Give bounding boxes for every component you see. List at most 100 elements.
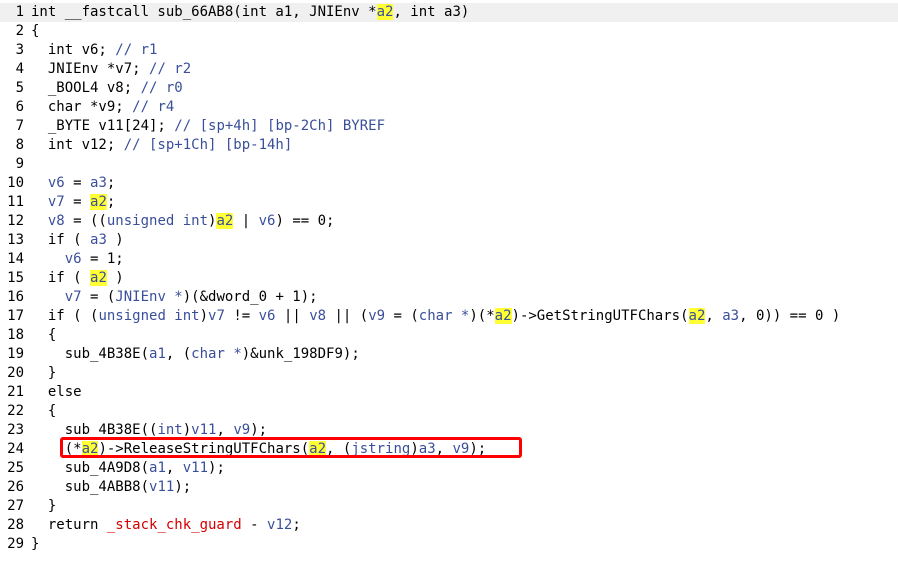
code-token[interactable]: , [705,308,722,324]
code-line[interactable]: 19 sub_4B38E(a1, (char *)&unk_198DF9); [0,345,898,364]
code-token[interactable]: ) [410,441,418,457]
code-token[interactable]: = ( [82,289,115,305]
code-token[interactable]: , int a3) [393,4,469,20]
code-token[interactable]: } [31,498,56,514]
code-token[interactable]: v11 [191,422,216,438]
code-line[interactable]: 8 int v12; // [sp+1Ch] [bp-14h] [0,136,898,155]
code-line[interactable]: 10 v6 = a3; [0,174,898,193]
code-text[interactable]: sub_4ABB8(v11); [31,478,191,497]
code-token[interactable]: = (( [65,213,107,229]
pseudocode-view[interactable]: 1 int __fastcall sub_66AB8(int a1, JNIEnv… [0,3,898,554]
code-line[interactable]: 18 { [0,326,898,345]
code-token[interactable]: v7 [65,289,82,305]
code-token[interactable]: v9 [233,422,250,438]
code-line[interactable]: 27 } [0,497,898,516]
code-token[interactable]: unsigned int [98,308,199,324]
code-token[interactable]: ) [107,232,123,248]
code-token[interactable]: jstring [351,441,410,457]
code-token[interactable]: v9 [452,441,469,457]
code-token[interactable]: ) == 0; [275,213,334,229]
code-token[interactable]: } [31,536,39,552]
highlighted-token[interactable]: a2 [688,308,706,324]
code-text[interactable]: sub_4A9D8(a1, v11); [31,459,225,478]
code-token[interactable]: v7 [48,194,65,210]
code-comment[interactable]: // [sp+1Ch] [bp-14h] [124,137,293,153]
code-text[interactable]: v7 = (JNIEnv *)(&dword_0 + 1); [31,288,318,307]
code-text[interactable]: v6 = 1; [31,250,124,269]
highlighted-token[interactable]: a2 [216,213,234,229]
code-line[interactable]: 21 else [0,383,898,402]
code-token[interactable]: , [166,460,183,476]
code-token[interactable]: ); [250,422,267,438]
code-line[interactable]: 11 v7 = a2; [0,193,898,212]
code-token[interactable]: a3 [419,441,436,457]
highlighted-token[interactable]: a2 [90,270,107,286]
code-comment[interactable]: // [sp+4h] [bp-2Ch] BYREF [174,118,385,134]
code-token[interactable]: { [31,23,39,39]
code-token[interactable]: v8 [309,308,326,324]
code-text[interactable]: v6 = a3; [31,174,115,193]
code-token[interactable]: )&unk_198DF9); [242,346,360,362]
code-token[interactable] [31,289,65,305]
code-token[interactable]: a1 [149,460,166,476]
code-token[interactable] [31,194,48,210]
code-token[interactable]: int v12; [31,137,124,153]
code-token[interactable]: { [31,403,56,419]
code-text[interactable]: } [31,535,39,554]
code-text[interactable]: sub_4B38E(a1, (char *)&unk_198DF9); [31,345,360,364]
code-line[interactable]: 24 (*a2)->ReleaseStringUTFChars(a2, (jst… [0,440,898,459]
code-token[interactable] [31,251,65,267]
code-text[interactable]: int v12; // [sp+1Ch] [bp-14h] [31,136,292,155]
code-token[interactable]: char *v9; [31,99,132,115]
code-token[interactable]: if ( ( [31,308,99,324]
code-token[interactable]: || [275,308,309,324]
code-token[interactable]: | [233,213,258,229]
code-line[interactable]: 17 if ( (unsigned int)v7 != v6 || v8 || … [0,307,898,326]
code-token[interactable]: , ( [166,346,191,362]
code-line[interactable]: 2{ [0,22,898,41]
code-token[interactable]: sub_4B38E( [31,346,149,362]
code-token[interactable]: v6 [65,251,82,267]
code-text[interactable]: if ( (unsigned int)v7 != v6 || v8 || (v9… [31,307,840,326]
code-token[interactable]: int v6; [31,42,115,58]
code-token[interactable]: a1 [149,346,166,362]
code-text[interactable]: (*a2)->ReleaseStringUTFChars(a2, (jstrin… [31,440,486,459]
code-token[interactable]: } [31,365,56,381]
code-token[interactable]: || ( [326,308,368,324]
code-text[interactable]: JNIEnv *v7; // r2 [31,60,191,79]
code-token[interactable]: ) [107,270,123,286]
code-token[interactable]: if ( [31,270,90,286]
code-line[interactable]: 16 v7 = (JNIEnv *)(&dword_0 + 1); [0,288,898,307]
code-token[interactable]: sub_4B38E(( [31,422,158,438]
code-token[interactable]: int __fastcall sub_66AB8(int a1, JNIEnv … [31,4,377,20]
code-token[interactable]: a3 [90,232,107,248]
code-token[interactable]: v11 [183,460,208,476]
highlighted-token[interactable]: a2 [494,308,512,324]
code-line[interactable]: 1 int __fastcall sub_66AB8(int a1, JNIEnv… [0,3,898,22]
code-token[interactable]: char * [191,346,242,362]
code-token[interactable]: v6 [48,175,65,191]
highlighted-token[interactable]: a2 [81,441,99,457]
code-comment[interactable]: // r4 [132,99,174,115]
code-token[interactable]: a3 [722,308,739,324]
code-comment[interactable]: // r2 [149,61,191,77]
code-token[interactable]: , [216,422,233,438]
code-token[interactable]: )->GetStringUTFChars( [512,308,689,324]
code-line[interactable]: 22 { [0,402,898,421]
code-comment[interactable]: // r0 [141,80,183,96]
code-token[interactable]: JNIEnv * [115,289,182,305]
code-token[interactable]: v11 [149,479,174,495]
highlighted-token[interactable]: a2 [90,194,107,210]
code-line[interactable]: 29} [0,535,898,554]
code-line[interactable]: 3 int v6; // r1 [0,41,898,60]
code-token[interactable]: sub_4ABB8( [31,479,149,495]
code-text[interactable]: char *v9; // r4 [31,98,174,117]
code-token[interactable]: = [65,194,90,210]
code-token[interactable]: _BOOL4 v8; [31,80,141,96]
code-line[interactable]: 25 sub_4A9D8(a1, v11); [0,459,898,478]
code-token[interactable]: unsigned int [107,213,208,229]
code-line[interactable]: 20 } [0,364,898,383]
code-line[interactable]: 5 _BOOL4 v8; // r0 [0,79,898,98]
code-text[interactable]: _BOOL4 v8; // r0 [31,79,183,98]
code-line[interactable]: 7 _BYTE v11[24]; // [sp+4h] [bp-2Ch] BYR… [0,117,898,136]
